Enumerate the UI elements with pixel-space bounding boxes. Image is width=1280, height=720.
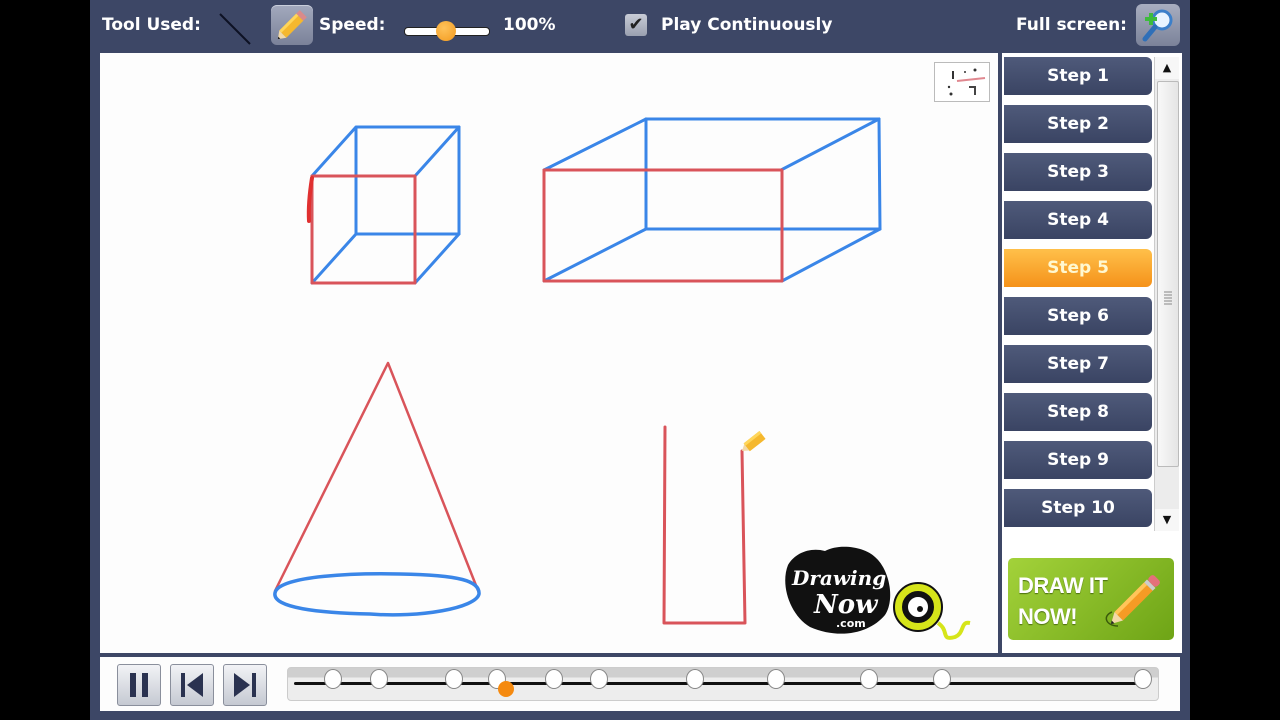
logo-text-now: Now xyxy=(813,590,879,620)
step-button-8[interactable]: Step 8 xyxy=(1004,393,1152,431)
skip-back-icon xyxy=(181,673,203,697)
grip-icon xyxy=(1164,291,1172,305)
timeline-step-marker[interactable] xyxy=(860,669,878,689)
chevron-down-icon: ▼ xyxy=(1162,513,1172,526)
cylinder-drawing-in-progress xyxy=(662,425,747,625)
logo-text-com: .com xyxy=(836,617,866,630)
step-button-1[interactable]: Step 1 xyxy=(1004,57,1152,95)
next-step-button[interactable] xyxy=(223,664,267,706)
scroll-up-button[interactable]: ▲ xyxy=(1155,57,1179,79)
step-button-6[interactable]: Step 6 xyxy=(1004,297,1152,335)
tool-used-label: Tool Used: xyxy=(102,15,201,35)
step-button-5[interactable]: Step 5 xyxy=(1004,249,1152,287)
timeline-slider[interactable] xyxy=(287,667,1159,701)
timeline-step-marker[interactable] xyxy=(545,669,563,689)
timeline-step-marker[interactable] xyxy=(767,669,785,689)
drawing-strokes: Drawing Now .com xyxy=(273,117,971,640)
timeline-step-marker[interactable] xyxy=(1134,669,1152,689)
rectangular-prism-drawing xyxy=(542,117,882,283)
draw-it-now-line1: DRAW IT xyxy=(1018,573,1108,598)
previous-step-button[interactable] xyxy=(170,664,214,706)
timeline-playhead[interactable] xyxy=(498,681,514,697)
timeline-step-marker[interactable] xyxy=(445,669,463,689)
steps-panel: Step 1 Step 2 Step 3 Step 4 Step 5 Step … xyxy=(1002,53,1182,653)
scroll-down-button[interactable]: ▼ xyxy=(1155,509,1179,531)
speed-label: Speed: xyxy=(319,15,386,35)
timeline-step-marker[interactable] xyxy=(933,669,951,689)
skip-forward-icon xyxy=(234,673,256,697)
draw-it-now-line2: NOW! xyxy=(1018,604,1078,629)
speed-value: 100% xyxy=(503,15,556,35)
chevron-up-icon: ▲ xyxy=(1162,61,1172,74)
zoom-magnifier-icon xyxy=(1142,9,1173,42)
cone-drawing xyxy=(273,361,481,617)
cube-drawing xyxy=(306,125,461,285)
draw-it-now-button[interactable]: DRAW IT NOW! xyxy=(1008,558,1174,640)
timeline-track xyxy=(294,682,1142,685)
drawing-player: Tool Used: Speed: 100% ✔ Play Continuous… xyxy=(90,0,1190,720)
timeline-step-marker[interactable] xyxy=(370,669,388,689)
pause-icon xyxy=(130,673,148,697)
steps-scrollbar[interactable]: ▲ ▼ xyxy=(1154,57,1179,531)
logo-text-drawing: Drawing xyxy=(791,566,886,590)
draw-it-now-text: DRAW IT NOW! xyxy=(1018,570,1108,632)
scrollbar-thumb[interactable] xyxy=(1157,81,1179,467)
fullscreen-button[interactable] xyxy=(1136,4,1180,46)
pause-button[interactable] xyxy=(117,664,161,706)
timeline-step-marker[interactable] xyxy=(324,669,342,689)
line-tool-icon xyxy=(219,13,251,45)
pencil-tool-button[interactable] xyxy=(271,5,313,45)
checkmark-icon: ✔ xyxy=(628,14,644,35)
step-thumbnail-preview[interactable] xyxy=(934,62,990,102)
play-continuously-checkbox[interactable]: ✔ xyxy=(625,14,647,36)
speed-slider-handle[interactable] xyxy=(436,21,456,41)
pencil-icon xyxy=(277,10,307,40)
step-button-7[interactable]: Step 7 xyxy=(1004,345,1152,383)
play-continuously-label[interactable]: Play Continuously xyxy=(661,15,832,35)
timeline-step-marker[interactable] xyxy=(686,669,704,689)
step-button-2[interactable]: Step 2 xyxy=(1004,105,1152,143)
step-button-4[interactable]: Step 4 xyxy=(1004,201,1152,239)
step-button-3[interactable]: Step 3 xyxy=(1004,153,1152,191)
drawing-canvas[interactable]: Drawing Now .com xyxy=(100,53,998,653)
pencil-icon xyxy=(1105,575,1160,627)
step-button-10[interactable]: Step 10 xyxy=(1004,489,1152,527)
fullscreen-label: Full screen: xyxy=(1016,15,1127,35)
drawingnow-logo: Drawing Now .com xyxy=(785,546,971,640)
toolbar: Tool Used: Speed: 100% ✔ Play Continuous… xyxy=(90,0,1190,52)
thumbnail-sketch-icon xyxy=(947,68,986,96)
timeline-step-marker[interactable] xyxy=(590,669,608,689)
step-button-9[interactable]: Step 9 xyxy=(1004,441,1152,479)
playback-controls xyxy=(100,657,1180,711)
